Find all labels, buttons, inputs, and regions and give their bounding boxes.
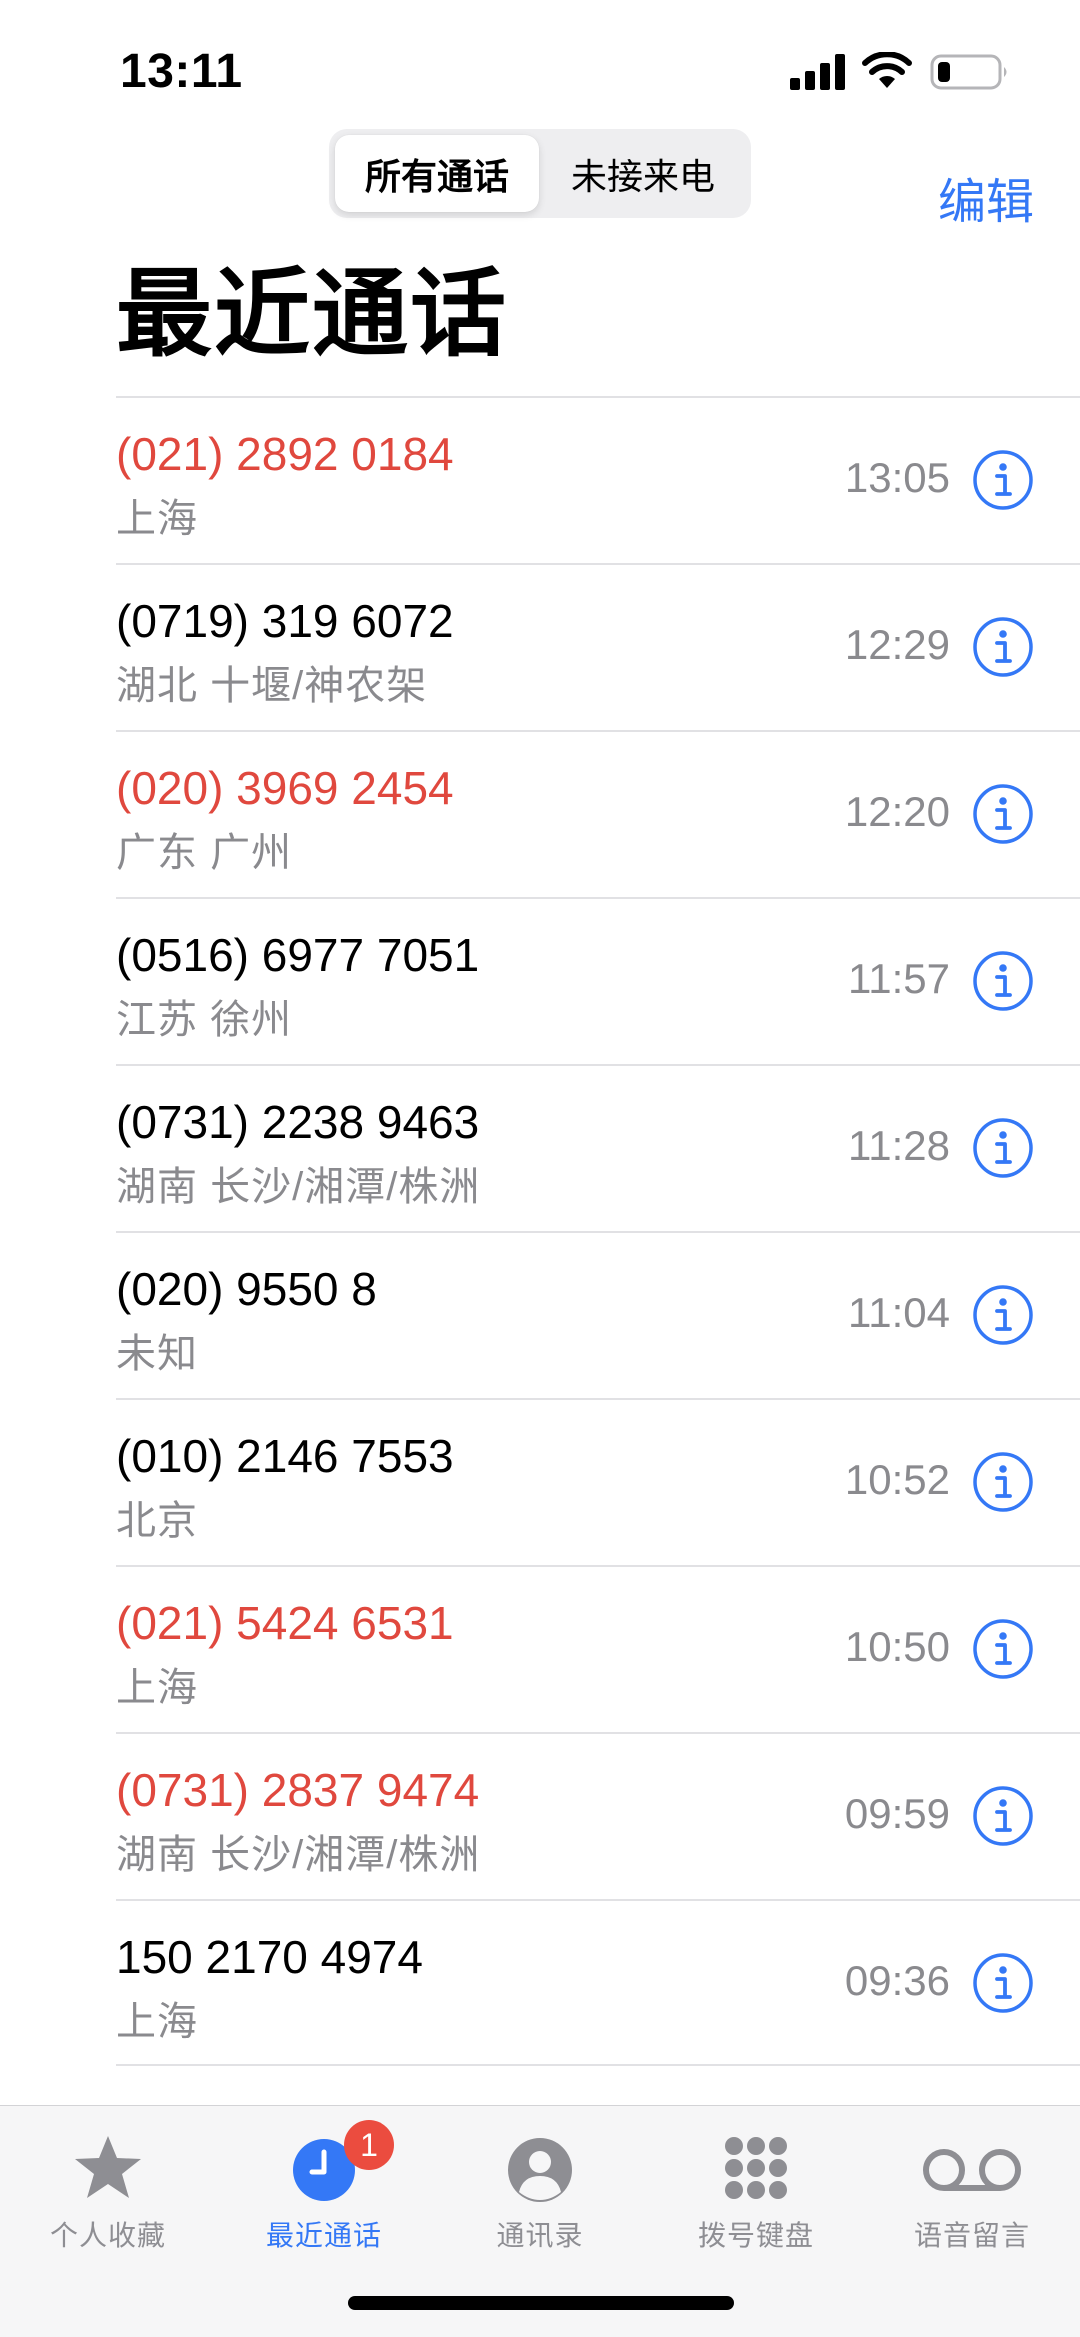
call-number: (020) 3969 2454 bbox=[116, 762, 454, 814]
call-time: 10:52 bbox=[844, 1456, 950, 1503]
call-location: 上海 bbox=[116, 497, 198, 541]
call-row[interactable]: (0731) 2837 9474 湖南 长沙/湘潭/株洲 09:59 bbox=[0, 1732, 1080, 1899]
call-number: (010) 2146 7553 bbox=[116, 1430, 454, 1482]
call-time: 13:05 bbox=[844, 454, 950, 501]
tab-favorites[interactable]: 个人收藏 bbox=[0, 2120, 216, 2260]
star-icon bbox=[75, 2136, 141, 2198]
status-bar: 13:11 bbox=[0, 0, 1080, 130]
signal-icon bbox=[790, 54, 845, 90]
info-icon[interactable] bbox=[972, 1618, 1034, 1680]
call-number: (0719) 319 6072 bbox=[116, 595, 454, 647]
tab-label: 通讯录 bbox=[496, 2220, 584, 2251]
call-time: 12:20 bbox=[844, 788, 950, 835]
info-icon[interactable] bbox=[972, 449, 1034, 511]
call-number: (0516) 6977 7051 bbox=[116, 929, 480, 981]
voicemail-icon bbox=[923, 2149, 1021, 2191]
tab-label: 语音留言 bbox=[913, 2220, 1030, 2251]
person-icon bbox=[508, 2138, 572, 2202]
call-time: 11:04 bbox=[848, 1289, 950, 1336]
call-row[interactable]: (020) 9550 8 未知 11:04 bbox=[0, 1231, 1080, 1398]
segment-all-calls[interactable]: 所有通话 bbox=[335, 135, 539, 212]
call-row[interactable]: (020) 3969 2454 广东 广州 12:20 bbox=[0, 730, 1080, 897]
info-icon[interactable] bbox=[972, 950, 1034, 1012]
call-number: (0731) 2238 9463 bbox=[116, 1096, 480, 1148]
page-title: 最近通话 bbox=[116, 261, 508, 368]
call-location: 上海 bbox=[116, 1666, 198, 1710]
wifi-icon bbox=[862, 52, 912, 88]
call-location: 北京 bbox=[116, 1499, 198, 1543]
call-number: (020) 9550 8 bbox=[116, 1263, 377, 1315]
call-time: 09:59 bbox=[844, 1790, 950, 1837]
call-filter-segmented-control: 所有通话 未接来电 bbox=[329, 129, 751, 218]
call-row[interactable]: (0731) 2238 9463 湖南 长沙/湘潭/株洲 11:28 bbox=[0, 1064, 1080, 1231]
call-location: 湖北 十堰/神农架 bbox=[116, 664, 428, 708]
call-row[interactable]: (021) 2892 0184 上海 13:05 bbox=[0, 396, 1080, 563]
tab-keypad[interactable]: 拨号键盘 bbox=[648, 2120, 864, 2260]
call-row[interactable]: (021) 5424 6531 上海 10:50 bbox=[0, 1565, 1080, 1732]
call-time: 12:29 bbox=[844, 621, 950, 668]
call-number: (021) 5424 6531 bbox=[116, 1597, 454, 1649]
tab-label: 最近通话 bbox=[265, 2220, 382, 2251]
call-list: (021) 2892 0184 上海 13:05 (0719) 319 6072 湖北 … bbox=[0, 396, 1080, 2066]
status-time: 13:11 bbox=[120, 45, 243, 98]
call-row[interactable]: (0516) 6977 7051 江苏 徐州 11:57 bbox=[0, 897, 1080, 1064]
call-time: 11:28 bbox=[848, 1122, 950, 1169]
call-location: 湖南 长沙/湘潭/株洲 bbox=[116, 1833, 481, 1877]
info-icon[interactable] bbox=[972, 1117, 1034, 1179]
info-icon[interactable] bbox=[972, 1284, 1034, 1346]
tab-label: 拨号键盘 bbox=[697, 2220, 814, 2251]
tab-label: 个人收藏 bbox=[49, 2220, 166, 2251]
info-icon[interactable] bbox=[972, 1451, 1034, 1513]
missed-calls-badge: 1 bbox=[344, 2120, 394, 2170]
call-location: 广东 广州 bbox=[116, 831, 293, 875]
call-location: 江苏 徐州 bbox=[116, 998, 293, 1042]
call-time: 11:57 bbox=[848, 955, 950, 1002]
recents-screen: 13:11 所有通话 未接来电 编辑 最近通话 (021) 2892 0184 上… bbox=[0, 0, 1080, 2337]
call-location: 湖南 长沙/湘潭/株洲 bbox=[116, 1165, 481, 1209]
call-row[interactable]: (010) 2146 7553 北京 10:52 bbox=[0, 1398, 1080, 1565]
list-divider bbox=[116, 2064, 1080, 2066]
edit-button[interactable]: 编辑 bbox=[938, 162, 1034, 232]
info-icon[interactable] bbox=[972, 783, 1034, 845]
home-indicator[interactable] bbox=[348, 2296, 734, 2310]
call-row[interactable]: 150 2170 4974 上海 09:36 bbox=[0, 1899, 1080, 2066]
call-number: (021) 2892 0184 bbox=[116, 428, 454, 480]
info-icon[interactable] bbox=[972, 616, 1034, 678]
call-location: 上海 bbox=[116, 2000, 198, 2044]
segment-missed-calls[interactable]: 未接来电 bbox=[541, 135, 745, 212]
tab-recents[interactable]: 1 最近通话 bbox=[216, 2120, 432, 2260]
call-time: 10:50 bbox=[844, 1623, 950, 1670]
call-row[interactable]: (0719) 319 6072 湖北 十堰/神农架 12:29 bbox=[0, 563, 1080, 730]
info-icon[interactable] bbox=[972, 1785, 1034, 1847]
keypad-icon bbox=[725, 2137, 787, 2199]
call-location: 未知 bbox=[116, 1332, 198, 1376]
tab-voicemail[interactable]: 语音留言 bbox=[864, 2120, 1080, 2260]
call-number: 150 2170 4974 bbox=[116, 1931, 423, 1983]
call-time: 09:36 bbox=[844, 1957, 950, 2004]
info-icon[interactable] bbox=[972, 1952, 1034, 2014]
battery-icon bbox=[930, 54, 1007, 90]
tab-contacts[interactable]: 通讯录 bbox=[432, 2120, 648, 2260]
call-number: (0731) 2837 9474 bbox=[116, 1764, 480, 1816]
